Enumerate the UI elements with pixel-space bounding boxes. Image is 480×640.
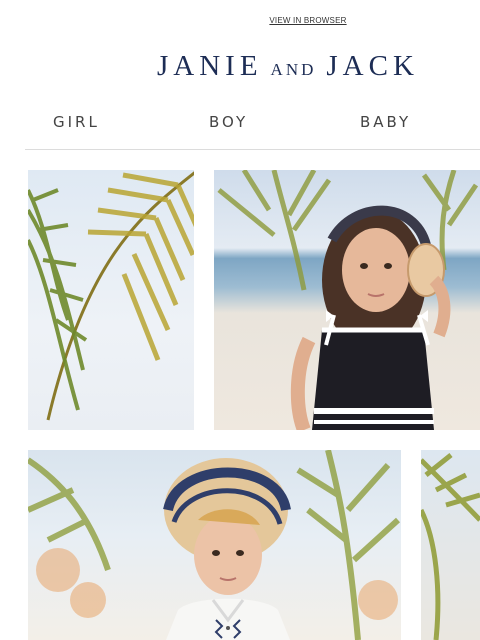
- view-in-browser-link[interactable]: VIEW IN BROWSER: [0, 16, 480, 25]
- logo-word-janie: JANIE: [157, 50, 263, 82]
- nav-item-girl[interactable]: GIRL: [53, 113, 100, 131]
- nav-item-boy[interactable]: BOY: [209, 113, 248, 131]
- logo-word-jack: JACK: [326, 50, 419, 82]
- boy-in-sun-hat-photo[interactable]: [28, 450, 401, 640]
- main-nav: GIRL BOY BABY: [0, 113, 480, 135]
- nav-item-baby[interactable]: BABY: [360, 113, 411, 131]
- palm-frond-photo[interactable]: [28, 170, 194, 430]
- logo-word-and: AND: [270, 60, 317, 79]
- palm-edge-photo[interactable]: [421, 450, 480, 640]
- girl-with-seashell-photo[interactable]: [214, 170, 480, 430]
- header-divider: [25, 149, 480, 150]
- brand-logo[interactable]: JANIE AND JACK: [157, 50, 419, 86]
